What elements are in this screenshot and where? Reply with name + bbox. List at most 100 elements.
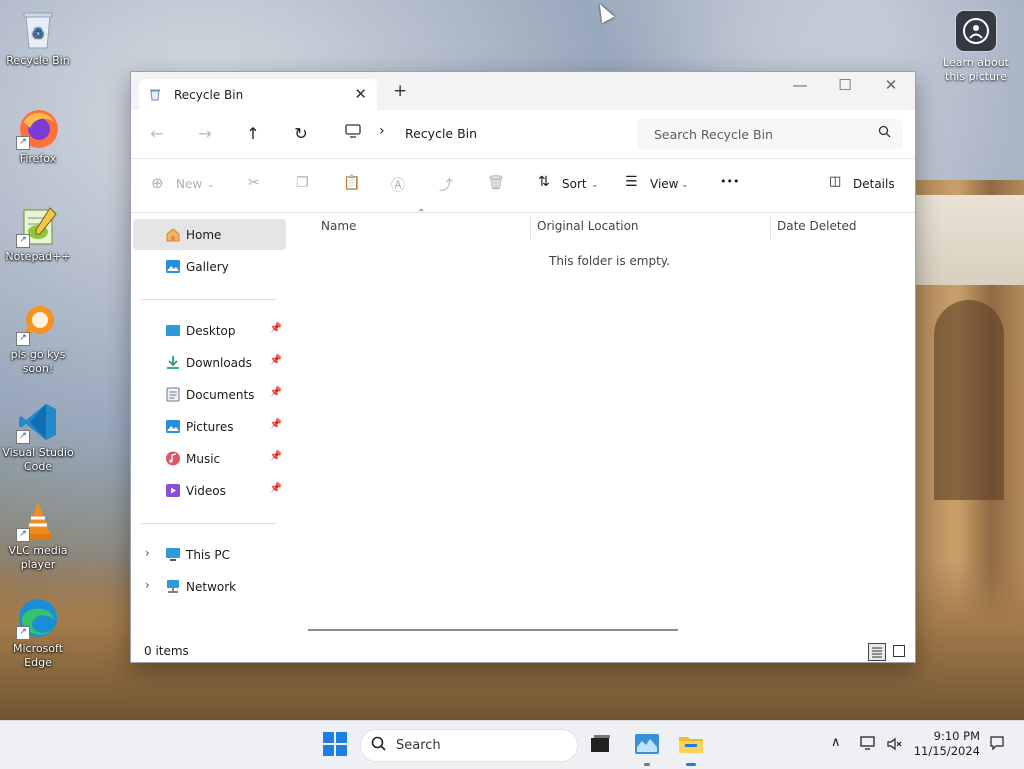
download-icon [165, 355, 181, 370]
pin-icon[interactable]: 📌 [270, 387, 282, 398]
breadcrumb-separator: › [379, 123, 385, 139]
maximize-button[interactable]: ☐ [822, 76, 868, 94]
network-status-icon[interactable] [860, 735, 878, 754]
up-arrow-icon[interactable]: ↑ [241, 124, 265, 143]
desktop-icon-label: Visual Studio Code [2, 446, 74, 473]
share-icon[interactable]: ⤴ [439, 175, 453, 195]
desktop-icon-vlc[interactable]: ↗ VLC media player [0, 498, 76, 572]
desktop-icon-recycle-bin[interactable]: ♻ Recycle Bin [0, 8, 76, 68]
sidebar-item-desktop[interactable]: Desktop 📌 [133, 315, 286, 346]
expand-chevron-icon[interactable]: › [145, 578, 150, 592]
details-pane-icon: ◫ [829, 174, 842, 189]
copy-icon[interactable]: ❐ [296, 175, 309, 191]
file-list: ⌃ Name Original Location Date Deleted Th… [291, 208, 914, 613]
sidebar-item-label: Network [186, 580, 237, 594]
pin-icon[interactable]: 📌 [270, 451, 282, 462]
tab-close-button[interactable]: ✕ [354, 85, 367, 103]
view-button[interactable]: View [650, 177, 678, 191]
shortcut-arrow-icon: ↗ [16, 332, 30, 346]
sidebar-item-music[interactable]: Music 📌 [133, 443, 286, 474]
recycle-bin-small-icon [149, 88, 161, 101]
sidebar-item-label: Documents [186, 388, 255, 402]
taskbar-search-box[interactable]: Search [360, 729, 578, 762]
delete-icon[interactable]: 🗑 [487, 175, 505, 191]
clock-time: 9:10 PM [933, 729, 980, 743]
sidebar-item-gallery[interactable]: Gallery [133, 251, 286, 282]
pin-icon[interactable]: 📌 [270, 355, 282, 366]
sidebar-item-pictures[interactable]: Pictures 📌 [133, 411, 286, 442]
desktop-icon-learn-about-picture[interactable]: Learn about this picture [938, 10, 1014, 84]
column-header-original-location[interactable]: Original Location [537, 219, 639, 233]
start-windows-icon[interactable] [322, 731, 348, 757]
tiles-view-icon[interactable] [891, 643, 907, 659]
cut-icon[interactable]: ✂ [248, 175, 260, 191]
recycle-bin-icon: ♻ [16, 8, 60, 52]
shortcut-arrow-icon: ↗ [16, 430, 30, 444]
mouse-cursor [593, 0, 615, 24]
sidebar-item-network[interactable]: › Network [133, 571, 286, 602]
tab-recycle-bin[interactable]: Recycle Bin ✕ [139, 79, 377, 110]
forward-arrow-icon[interactable]: → [193, 124, 217, 143]
close-button[interactable]: ✕ [868, 76, 914, 94]
chevron-down-icon: ⌄ [591, 180, 599, 190]
task-view-icon[interactable] [588, 731, 614, 757]
horizontal-scrollbar[interactable] [308, 629, 678, 631]
volume-muted-icon[interactable] [886, 736, 902, 755]
desktop-icon-pls-go-kys-soon[interactable]: ↗ pls go kys soon! [0, 302, 76, 376]
camera-info-icon [955, 10, 997, 52]
refresh-icon[interactable]: ↻ [289, 124, 313, 143]
more-options-button[interactable]: ••• [720, 175, 739, 188]
pin-icon[interactable]: 📌 [270, 323, 282, 334]
taskbar-search-label: Search [396, 738, 441, 753]
column-divider[interactable] [770, 215, 771, 239]
sort-indicator-icon: ⌃ [417, 208, 426, 219]
sidebar-item-home[interactable]: Home [133, 219, 286, 250]
pin-icon[interactable]: 📌 [270, 483, 282, 494]
desktop-icon-notepadpp[interactable]: ↗ Notepad++ [0, 204, 76, 264]
desktop-icon-edge[interactable]: ↗ Microsoft Edge [0, 596, 76, 670]
notifications-icon[interactable] [989, 735, 1005, 754]
sidebar-item-this-pc[interactable]: › This PC [133, 539, 286, 570]
pin-icon[interactable]: 📌 [270, 419, 282, 430]
new-plus-icon: ⊕ [151, 174, 164, 192]
back-arrow-icon[interactable]: ← [145, 124, 169, 143]
sort-button[interactable]: Sort [562, 177, 587, 191]
show-hidden-icons-chevron-icon[interactable]: ∧ [831, 735, 841, 750]
details-view-icon[interactable] [868, 643, 886, 661]
desktop-icon-label: VLC media player [8, 544, 68, 571]
sidebar-divider [141, 299, 277, 300]
expand-chevron-icon[interactable]: › [145, 546, 150, 560]
shortcut-arrow-icon: ↗ [16, 136, 30, 150]
paste-icon[interactable]: 📋 [343, 175, 360, 191]
tab-label: Recycle Bin [174, 88, 244, 102]
chevron-down-icon: ⌄ [681, 180, 689, 190]
desktop-icon-vscode[interactable]: ↗ Visual Studio Code [0, 400, 76, 474]
new-tab-button[interactable]: + [393, 81, 407, 101]
running-indicator [644, 763, 650, 766]
column-header-date-deleted[interactable]: Date Deleted [777, 219, 857, 233]
sort-icon: ⇅ [538, 174, 550, 190]
search-input[interactable]: Search Recycle Bin [637, 119, 903, 149]
title-bar: Recycle Bin ✕ + — ☐ ✕ [131, 72, 915, 110]
sidebar-item-documents[interactable]: Documents 📌 [133, 379, 286, 410]
column-header-name[interactable]: Name [321, 219, 356, 233]
details-button[interactable]: Details [853, 177, 895, 191]
command-bar: ⊕ New ⌄ ✂ ❐ 📋 Ⓐ ⤴ 🗑 ⇅ Sort ⌄ ☰ View ⌄ ••… [131, 159, 915, 213]
breadcrumb[interactable]: › Recycle Bin [331, 120, 631, 148]
address-toolbar: ← → ↑ ↻ › Recycle Bin Search Recycle Bin [131, 110, 915, 159]
file-explorer-taskbar-icon[interactable] [678, 731, 704, 757]
desktop-icon-firefox[interactable]: ↗ Firefox [0, 106, 76, 166]
column-divider[interactable] [530, 215, 531, 239]
search-icon [878, 125, 891, 141]
widgets-icon[interactable] [634, 731, 660, 757]
sidebar-item-label: Music [186, 452, 221, 466]
vlc-icon: ↗ [16, 498, 60, 542]
sidebar-item-downloads[interactable]: Downloads 📌 [133, 347, 286, 378]
empty-folder-message: This folder is empty. [549, 254, 670, 268]
breadcrumb-current[interactable]: Recycle Bin [405, 126, 477, 141]
rename-icon[interactable]: Ⓐ [391, 175, 405, 195]
new-button[interactable]: New [176, 177, 202, 191]
sidebar-item-videos[interactable]: Videos 📌 [133, 475, 286, 506]
minimize-button[interactable]: — [777, 76, 823, 94]
clock[interactable]: 9:10 PM 11/15/2024 [914, 729, 980, 759]
